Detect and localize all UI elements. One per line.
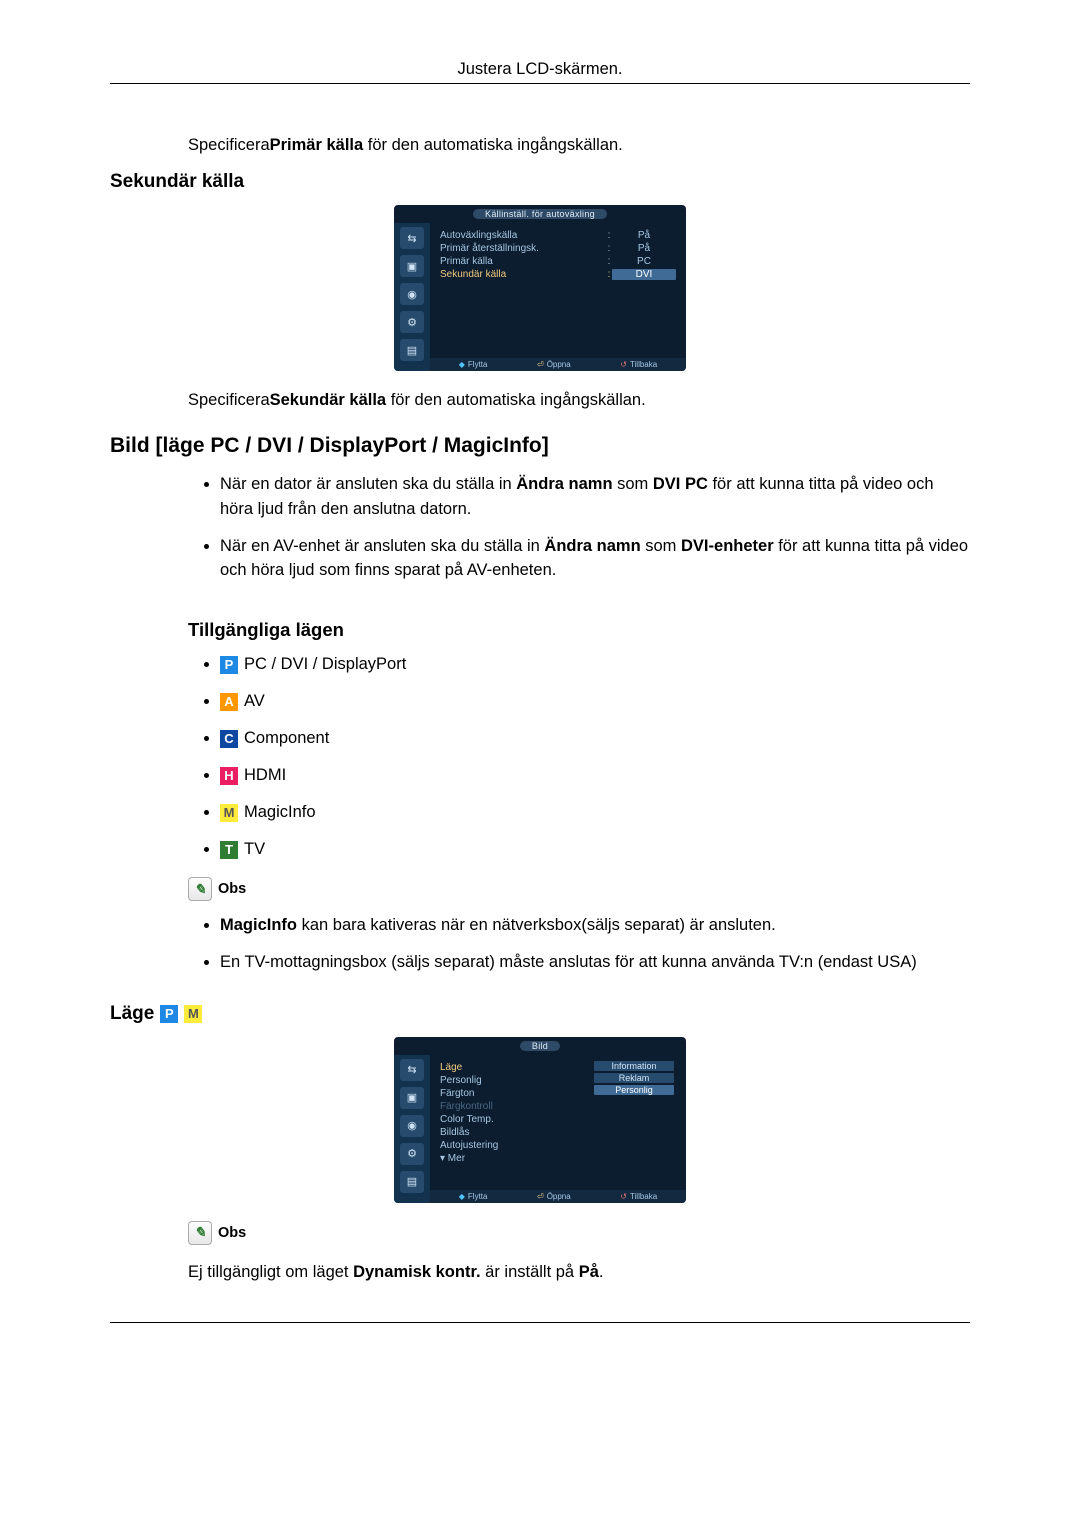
sekundar-note: SpecificeraSekundär källa för den automa…	[188, 389, 970, 412]
obs-block-1: ✎ Obs	[188, 877, 970, 901]
lage-icon-m: M	[184, 1005, 202, 1023]
bild-heading: Bild [läge PC / DVI / DisplayPort / Magi…	[110, 434, 970, 458]
footer-rule	[110, 1322, 970, 1324]
final-note: Ej tillgängligt om läget Dynamisk kontr.…	[188, 1261, 970, 1284]
osd1-row-3: Sekundär källa:DVI	[440, 268, 676, 281]
note-icon: ✎	[188, 877, 212, 901]
obs-bullet-1: En TV-mottagningsbox (säljs separat) mås…	[220, 950, 970, 975]
osd1-row-2: Primär källa:PC	[440, 255, 676, 268]
osd2-icon-multi: ▤	[400, 1171, 424, 1193]
osd2-icon-input: ⇆	[400, 1059, 424, 1081]
primar-note: SpecificeraPrimär källa för den automati…	[188, 134, 970, 157]
modes-heading: Tillgängliga lägen	[188, 619, 970, 641]
mode-item-p: P PC / DVI / DisplayPort	[220, 655, 970, 674]
osd2-left-4: Color Temp.	[440, 1113, 676, 1126]
mode-item-a: A AV	[220, 692, 970, 711]
osd2-left-icons: ⇆ ▣ ◉ ⚙ ▤	[394, 1055, 430, 1203]
osd2-left-5: Bildlås	[440, 1126, 676, 1139]
osd2-icon-picture: ▣	[400, 1087, 424, 1109]
mode-icon-a: A	[220, 693, 238, 711]
osd-left-icons: ⇆ ▣ ◉ ⚙ ▤	[394, 223, 430, 371]
osd2-left-7: ▾ Mer	[440, 1152, 676, 1165]
osd2-right-1: Reklam	[594, 1073, 674, 1083]
osd-screenshot-lage: Bild ⇆ ▣ ◉ ⚙ ▤ Läge Personlig Färgton Fä…	[394, 1037, 686, 1203]
sekundar-heading: Sekundär källa	[110, 171, 970, 193]
osd2-title: Bild	[520, 1041, 560, 1051]
mode-icon-p: P	[220, 656, 238, 674]
obs-label-1: Obs	[218, 881, 246, 897]
mode-item-c: C Component	[220, 729, 970, 748]
osd2-left-3: Färgkontroll	[440, 1100, 676, 1113]
osd2-bottom: ◆Flytta ⏎Öppna ↺Tillbaka	[430, 1190, 686, 1203]
obs-bullets: MagicInfo kan bara kativeras när en nätv…	[220, 913, 970, 975]
primar-bold: Primär källa	[270, 136, 364, 154]
mode-icon-h: H	[220, 767, 238, 785]
primar-post: för den automatiska ingångskällan.	[363, 136, 623, 154]
lage-heading: Läge P M	[110, 1003, 970, 1025]
mode-item-t: T TV	[220, 840, 970, 859]
modes-list: P PC / DVI / DisplayPort A AV C Componen…	[220, 655, 970, 859]
bild-bullet-list: När en dator är ansluten ska du ställa i…	[220, 472, 970, 583]
osd-icon-setup: ⚙	[400, 311, 424, 333]
osd-icon-picture: ▣	[400, 255, 424, 277]
osd2-right-2: Personlig	[594, 1085, 674, 1095]
page-header-text: Justera LCD-skärmen.	[457, 60, 622, 78]
osd1-bottom: ◆Flytta ⏎Öppna ↺Tillbaka	[430, 358, 686, 371]
osd2-left-6: Autojustering	[440, 1139, 676, 1152]
osd-icon-multi: ▤	[400, 339, 424, 361]
mode-item-h: H HDMI	[220, 766, 970, 785]
osd1-title: Källinställ. för autoväxling	[473, 209, 607, 219]
osd2-icon-sound: ◉	[400, 1115, 424, 1137]
osd2-icon-setup: ⚙	[400, 1143, 424, 1165]
note-icon-2: ✎	[188, 1221, 212, 1245]
osd-icon-input: ⇆	[400, 227, 424, 249]
osd1-row-0: Autoväxlingskälla:På	[440, 229, 676, 242]
osd-icon-sound: ◉	[400, 283, 424, 305]
mode-icon-c: C	[220, 730, 238, 748]
primar-pre: Specificera	[188, 136, 270, 154]
lage-icon-p: P	[160, 1005, 178, 1023]
obs-block-2: ✎ Obs	[188, 1221, 970, 1245]
mode-icon-t: T	[220, 841, 238, 859]
obs-bullet-0: MagicInfo kan bara kativeras när en nätv…	[220, 913, 970, 938]
osd2-right-0: Information	[594, 1061, 674, 1071]
osd1-row-1: Primär återställningsk.:På	[440, 242, 676, 255]
page-header: Justera LCD-skärmen.	[110, 60, 970, 84]
bild-bullet-1: När en AV-enhet är ansluten ska du ställ…	[220, 534, 970, 584]
mode-item-m: M MagicInfo	[220, 803, 970, 822]
bild-bullet-0: När en dator är ansluten ska du ställa i…	[220, 472, 970, 522]
obs-label-2: Obs	[218, 1225, 246, 1241]
osd-screenshot-sekundar: Källinställ. för autoväxling ⇆ ▣ ◉ ⚙ ▤ A…	[394, 205, 686, 371]
mode-icon-m: M	[220, 804, 238, 822]
